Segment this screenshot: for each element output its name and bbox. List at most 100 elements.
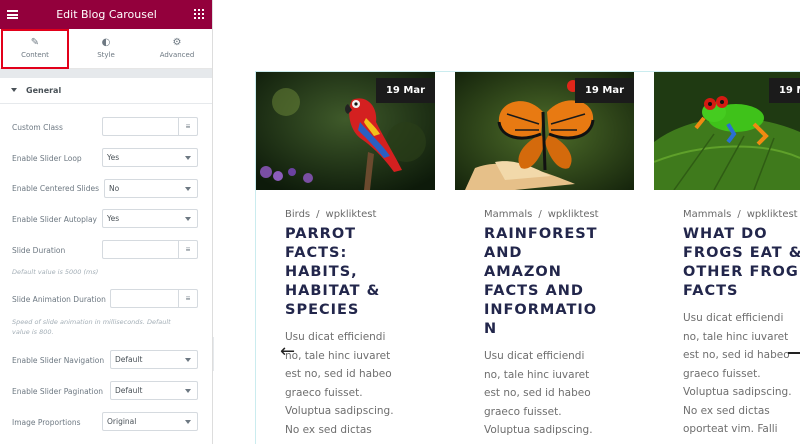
meta-separator: / [538,209,542,220]
post-title[interactable]: WHAT DO FROGS EAT & OTHER FROG FACTS [683,225,800,301]
meta-separator: / [316,209,320,220]
post-title-line: INFORMATIO [484,302,598,318]
control-label: Enable Slider Loop [12,154,82,163]
meta-separator: / [737,209,741,220]
post-title-line: PARROT [285,226,357,242]
arrow-right-icon[interactable] [788,352,800,354]
excerpt-line: est no, sed id habeo [683,349,790,361]
widgets-grid-icon[interactable] [194,9,204,19]
blog-card[interactable]: 19 Mar Mammals / wpkliktest RAINFOREST AND… [455,72,634,444]
post-title-line: FACTS [683,283,739,299]
post-author[interactable]: wpkliktest [326,209,377,220]
excerpt-line: no, tale hinc iuvaret [683,330,789,343]
chevron-down-icon [185,389,191,393]
post-meta: Mammals / wpkliktest [484,209,599,220]
tab-content[interactable]: ✎ Content [1,29,69,69]
centered-slides-select[interactable]: No [104,179,198,198]
section-general-header[interactable]: General [0,78,212,104]
database-icon[interactable]: ≡ [178,118,197,135]
post-author[interactable]: wpkliktest [548,209,599,220]
post-title[interactable]: RAINFOREST AND AMAZON FACTS AND INFORMAT… [484,225,632,339]
tab-style[interactable]: ◐ Style [72,29,140,69]
control-label: Image Proportions [12,418,81,427]
post-title[interactable]: PARROT FACTS: HABITS, HABITAT & SPECIES [285,225,433,320]
tab-content-label: Content [21,51,49,59]
editor-panel: Edit Blog Carousel ✎ Content ◐ Style ⚙ A… [0,0,213,444]
post-date-badge: 19 Mar [375,78,435,103]
tab-advanced[interactable]: ⚙ Advanced [143,29,211,69]
control-label: Custom Class [12,123,63,132]
tab-advanced-label: Advanced [159,51,195,59]
excerpt-line: est no, sed id habeo [285,368,392,380]
image-proportions-select[interactable]: Original [102,412,198,431]
chevron-down-icon [185,217,191,221]
slide-animation-help-line1: Speed of slide animation in milliseconds… [12,318,171,326]
database-icon[interactable]: ≡ [178,241,197,258]
chevron-down-icon [185,420,191,424]
excerpt-line: graeco fuisset. [484,405,562,418]
half-circle-icon: ◐ [101,37,111,48]
post-title-line: FACTS AND [484,283,584,299]
excerpt-line: graeco fuisset. [285,386,363,399]
pencil-icon: ✎ [30,37,40,48]
panel-title: Edit Blog Carousel [56,8,157,21]
control-label: Enable Slider Pagination [12,387,104,396]
arrow-left-icon[interactable]: ← [280,341,295,362]
post-excerpt: Usu dicat efficiendi no, tale hinc iuvar… [484,347,614,440]
post-title-line: HABITAT & [285,283,381,299]
parrot-image[interactable]: 19 Mar [256,72,435,190]
control-label: Slide Animation Duration [12,295,106,304]
excerpt-line: Usu dicat efficiendi [285,331,386,343]
tab-style-label: Style [97,51,115,59]
blog-card[interactable]: 19 Mar Mammals / wpkliktest WHAT DO FROGS … [654,72,800,444]
excerpt-line: est no, sed id habeo [484,387,591,399]
excerpt-line: No ex sed dictas [683,404,770,417]
slide-animation-duration-input[interactable]: ≡ [110,289,198,308]
select-value: Yes [107,153,120,162]
excerpt-line: oporteat vim. Falli [683,423,778,435]
excerpt-line: No ex sed dictas [285,423,372,436]
slider-navigation-select[interactable]: Default [110,350,198,369]
butterfly-image[interactable]: 19 Mar [455,72,634,190]
excerpt-line: no, tale hinc iuvaret [285,349,391,362]
post-title-line: HABITS, [285,264,358,280]
post-date-badge: 19 Mar [768,78,800,103]
post-meta: Birds / wpkliktest [285,209,376,220]
post-excerpt: Usu dicat efficiendi no, tale hinc iuvar… [285,328,415,439]
slide-duration-input[interactable]: ≡ [102,240,198,259]
panel-header: Edit Blog Carousel [0,0,212,29]
select-value: Yes [107,214,120,223]
excerpt-line: no, tale hinc iuvaret [484,368,590,381]
gear-icon: ⚙ [172,37,182,48]
slider-autoplay-select[interactable]: Yes [102,209,198,228]
control-label: Enable Slider Autoplay [12,215,97,224]
database-icon[interactable]: ≡ [178,290,197,307]
post-title-line: RAINFOREST [484,226,598,242]
chevron-down-icon [185,358,191,362]
excerpt-line: Voluptua sadipscing. [683,386,792,398]
custom-class-input[interactable]: ≡ [102,117,198,136]
control-label: Slide Duration [12,246,66,255]
control-label: Enable Slider Navigation [12,356,105,365]
excerpt-line: Usu dicat efficiendi [683,312,784,324]
post-category[interactable]: Mammals [484,209,532,220]
excerpt-line: Voluptua sadipscing. [484,424,593,436]
select-value: Default [115,386,143,395]
section-title: General [26,86,62,95]
slider-loop-select[interactable]: Yes [102,148,198,167]
app: Edit Blog Carousel ✎ Content ◐ Style ⚙ A… [0,0,800,444]
slide-duration-help: Default value is 5000 (ms) [12,268,99,276]
post-category[interactable]: Mammals [683,209,731,220]
post-title-line: SPECIES [285,302,360,318]
frog-image[interactable]: 19 Mar [654,72,800,190]
excerpt-line: Voluptua sadipscing. [285,405,394,417]
slider-pagination-select[interactable]: Default [110,381,198,400]
post-date-badge: 19 Mar [574,78,634,103]
post-excerpt: Usu dicat efficiendi no, tale hinc iuvar… [683,309,800,439]
post-author[interactable]: wpkliktest [747,209,798,220]
panel-tabs: ✎ Content ◐ Style ⚙ Advanced [0,29,212,69]
blog-card[interactable]: 19 Mar Birds / wpkliktest PARROT FACTS: HA… [256,72,435,444]
post-category[interactable]: Birds [285,209,310,220]
tabs-divider [0,69,212,78]
select-value: Original [107,417,137,426]
